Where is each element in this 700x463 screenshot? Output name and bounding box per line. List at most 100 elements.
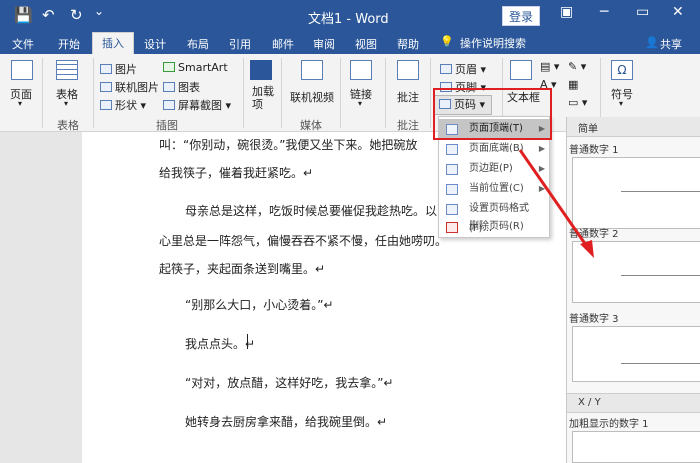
- gallery-item[interactable]: [572, 157, 700, 229]
- gallery-category: X / Y: [578, 397, 601, 408]
- tab-review[interactable]: 审阅: [313, 36, 335, 52]
- chart-button[interactable]: 图表: [163, 79, 200, 95]
- document-line: 心里总是一阵怨气，偏慢吞吞不紧不慢，任由她唠叨。: [159, 234, 448, 248]
- menu-item-label: 页边距(P): [469, 163, 513, 174]
- menu-item-top-of-page[interactable]: 页面顶端(T) ▶: [439, 119, 551, 139]
- table-icon[interactable]: [56, 60, 78, 80]
- gallery-item[interactable]: [572, 241, 700, 303]
- chevron-right-icon: ▶: [538, 184, 545, 193]
- share-button[interactable]: 共享: [660, 36, 682, 52]
- tab-view[interactable]: 视图: [355, 36, 377, 52]
- login-button[interactable]: 登录: [502, 6, 540, 26]
- tab-layout[interactable]: 布局: [187, 36, 209, 52]
- footer-icon: [440, 82, 452, 92]
- pictures-label: 图片: [115, 63, 137, 76]
- addins-button[interactable]: 加载 项: [252, 85, 274, 111]
- textbox-icon[interactable]: [510, 60, 532, 80]
- comments-group-label: 批注: [397, 119, 419, 132]
- video-icon[interactable]: [301, 60, 323, 80]
- minimize-icon[interactable]: ─: [600, 4, 608, 20]
- page-bottom-icon: [446, 144, 458, 155]
- divider: [340, 58, 341, 128]
- tab-mailings[interactable]: 邮件: [272, 36, 294, 52]
- page-margins-icon: [446, 164, 458, 175]
- comment-button[interactable]: 批注: [397, 89, 419, 105]
- tab-file[interactable]: 文件: [12, 36, 34, 52]
- restore-icon[interactable]: ▭: [636, 4, 649, 20]
- online-pictures-button[interactable]: 联机图片: [100, 79, 159, 95]
- page-number-label: 页码: [454, 98, 476, 111]
- menu-item-label: 当前位置(C): [469, 183, 524, 194]
- divider: [281, 58, 282, 128]
- header-label: 页眉: [455, 63, 477, 76]
- undo-icon[interactable]: ↶: [42, 6, 55, 24]
- page-number-icon: [439, 99, 451, 109]
- menu-item-label: 页面底端(B): [469, 143, 524, 154]
- gallery-category: 简单: [578, 124, 598, 135]
- object-icon[interactable]: ▭ ▾: [568, 96, 587, 109]
- shapes-icon: [100, 100, 112, 110]
- screenshot-label: 屏幕截图: [178, 99, 222, 112]
- gallery-header: 简单: [567, 117, 700, 137]
- tab-references[interactable]: 引用: [229, 36, 251, 52]
- qa-customize-icon[interactable]: ⌄: [94, 4, 104, 18]
- menu-item-bottom-of-page[interactable]: 页面底端(B) ▶: [439, 139, 551, 159]
- smartart-button[interactable]: SmartArt: [163, 61, 228, 74]
- tab-design[interactable]: 设计: [144, 36, 166, 52]
- gallery-item-label: 加粗显示的数字 1: [569, 419, 649, 430]
- divider: [385, 58, 386, 128]
- save-icon[interactable]: 💾: [14, 6, 33, 24]
- online-video-button[interactable]: 联机视频: [290, 89, 334, 105]
- menu-item-remove-page-numbers[interactable]: 删除页码(R): [439, 217, 551, 237]
- menu-item-format-page-numbers[interactable]: 设置页码格式(F)...: [439, 199, 551, 234]
- footer-button[interactable]: 页脚 ▾: [440, 79, 486, 95]
- menu-item-current-position[interactable]: 当前位置(C) ▶: [439, 179, 551, 199]
- header-line: [621, 191, 700, 192]
- header-line: [621, 275, 700, 276]
- tab-insert[interactable]: 插入: [92, 32, 134, 54]
- page-number-gallery: 简单 普通数字 1 普通数字 2 普通数字 3 X / Y 加粗显示的数字 1: [566, 117, 700, 463]
- chart-label: 图表: [178, 81, 200, 94]
- menu-item-label: 删除页码(R): [469, 221, 524, 232]
- online-picture-icon: [100, 82, 112, 92]
- gallery-item-label: 普通数字 1: [569, 145, 619, 156]
- date-icon[interactable]: ▦: [568, 78, 578, 91]
- tab-home[interactable]: 开始: [58, 36, 80, 52]
- document-line: 起筷子，夹起面条送到嘴里。↵: [159, 262, 326, 276]
- shapes-button[interactable]: 形状 ▾: [100, 97, 146, 113]
- comment-icon[interactable]: [397, 60, 419, 80]
- online-pictures-label: 联机图片: [115, 81, 159, 94]
- pages-icon[interactable]: [11, 60, 33, 80]
- link-icon[interactable]: [350, 60, 372, 80]
- chevron-down-icon[interactable]: ▾: [358, 99, 362, 108]
- wordart-icon[interactable]: A ▾: [540, 78, 557, 91]
- textbox-button[interactable]: 文本框: [507, 89, 540, 105]
- ribbon-display-icon[interactable]: ▣: [560, 4, 573, 20]
- document-line: “别那么大口，小心烫着。”↵: [185, 298, 334, 312]
- page-number-button[interactable]: 页码 ▾: [434, 95, 492, 115]
- chevron-down-icon[interactable]: ▾: [64, 99, 68, 108]
- lightbulb-icon: 💡: [440, 35, 454, 48]
- pictures-button[interactable]: 图片: [100, 61, 137, 77]
- tell-me-search[interactable]: 操作说明搜索: [460, 35, 526, 51]
- remove-icon: [446, 222, 458, 233]
- header-button[interactable]: 页眉 ▾: [440, 61, 486, 77]
- chevron-down-icon[interactable]: ▾: [619, 99, 623, 108]
- gallery-item[interactable]: [572, 431, 700, 463]
- screenshot-button[interactable]: 屏幕截图 ▾: [163, 97, 231, 113]
- gallery-item-label: 普通数字 3: [569, 314, 619, 325]
- picture-icon: [100, 64, 112, 74]
- divider: [42, 58, 43, 128]
- gallery-item[interactable]: [572, 326, 700, 382]
- quickparts-icon[interactable]: ▤ ▾: [540, 60, 559, 73]
- divider: [430, 58, 431, 128]
- tab-help[interactable]: 帮助: [397, 36, 419, 52]
- redo-icon[interactable]: ↻: [70, 6, 83, 24]
- chevron-down-icon[interactable]: ▾: [18, 99, 22, 108]
- close-icon[interactable]: ✕: [672, 4, 684, 20]
- footer-label: 页脚: [455, 81, 477, 94]
- signature-icon[interactable]: ✎ ▾: [568, 60, 586, 73]
- store-icon[interactable]: [250, 60, 272, 80]
- menu-item-page-margins[interactable]: 页边距(P) ▶: [439, 159, 551, 179]
- omega-icon[interactable]: Ω: [611, 60, 633, 80]
